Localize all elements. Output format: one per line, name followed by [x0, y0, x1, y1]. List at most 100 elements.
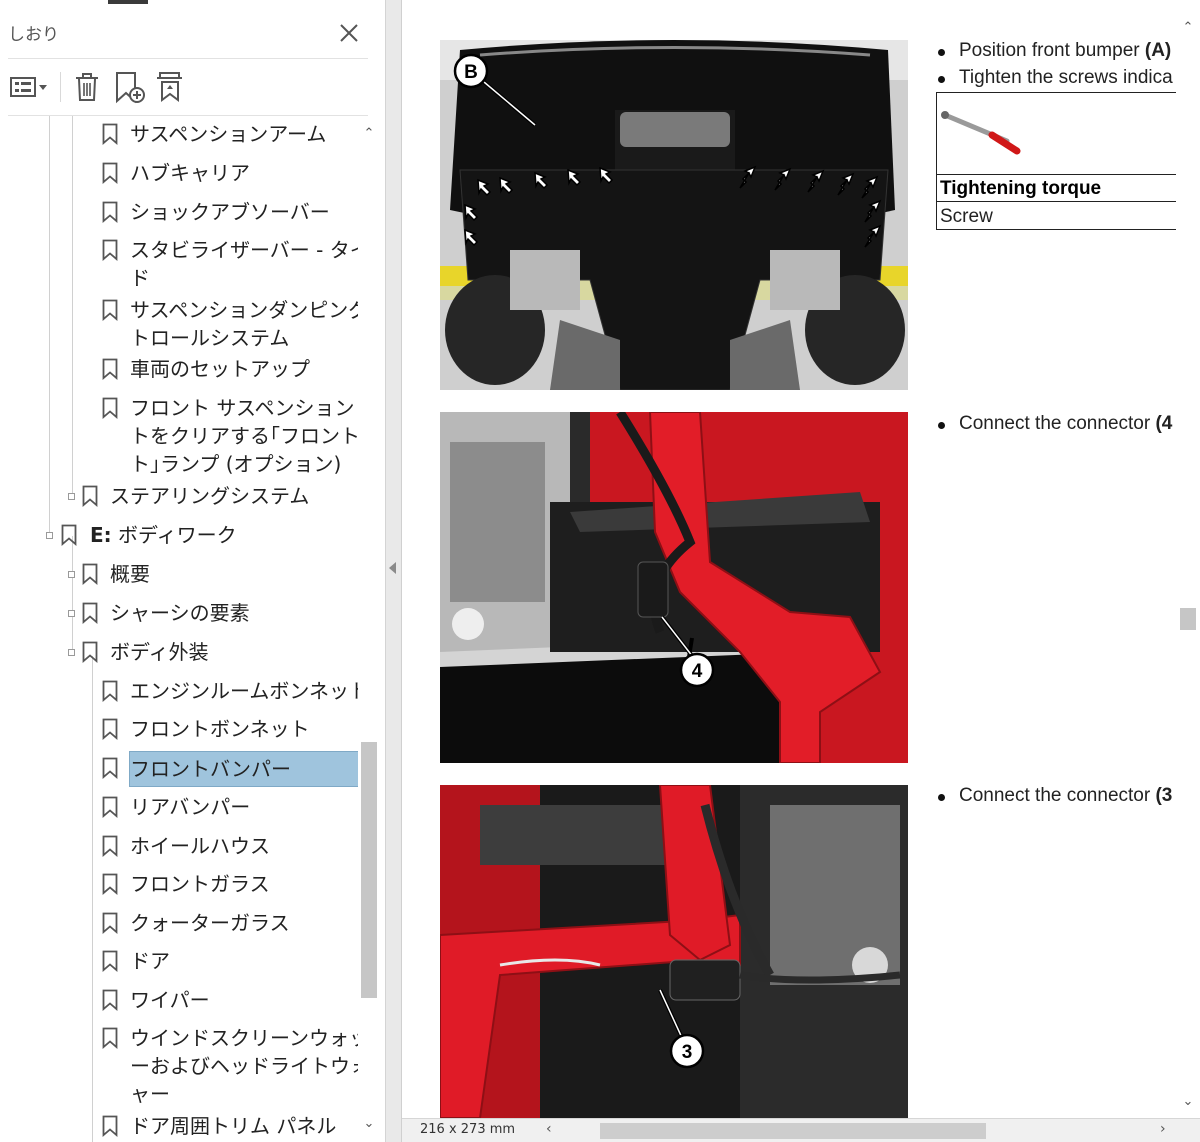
scrollbar-thumb[interactable] — [361, 742, 377, 998]
bookmarks-toolbar — [0, 64, 386, 110]
torque-table: Tightening torque Screw — [936, 92, 1176, 230]
chevron-up-icon[interactable]: ⌃ — [1180, 20, 1196, 36]
horizontal-scrollbar-thumb[interactable] — [600, 1123, 986, 1139]
collapse-pane-icon[interactable] — [389, 562, 396, 574]
bookmark-icon — [82, 641, 98, 663]
bookmark-icon — [82, 602, 98, 624]
bookmarks-pane: しおり サスペンションアーム ハブキャリア ショックアブソーバー スタビライザー… — [0, 0, 386, 1142]
torque-wrench-icon — [937, 93, 1176, 175]
photo-connector-4: 4 — [440, 412, 908, 763]
bookmark-label: リアバンパー — [130, 795, 251, 819]
bookmark-icon — [102, 796, 118, 818]
bookmark-icon — [102, 1115, 118, 1137]
instruction-bullet: Connect the connector (3 — [938, 785, 1172, 807]
document-vertical-scrollbar[interactable]: ⌃ ⌄ — [1176, 0, 1200, 1118]
bookmark-label-prefix: E: — [90, 523, 112, 547]
bookmark-icon — [102, 835, 118, 857]
bookmark-icon — [102, 757, 118, 779]
bookmark-label: フロントバンパー — [129, 751, 358, 787]
bookmark-label: 概要 — [110, 562, 150, 586]
bookmark-icon — [61, 524, 77, 546]
bookmark-icon — [102, 680, 118, 702]
new-bookmark-icon[interactable] — [112, 70, 148, 104]
pane-splitter[interactable] — [386, 0, 402, 1142]
bookmark-label-line: スタビライザーバー - タイロッ — [130, 238, 358, 262]
bookmark-icon — [102, 912, 118, 934]
divider — [8, 58, 368, 59]
bookmark-label-text: ボディワーク — [111, 523, 237, 547]
bookmark-icon — [102, 397, 118, 419]
torque-table-header: Tightening torque — [937, 175, 1176, 202]
instruction-text: Connect the connector — [959, 413, 1156, 434]
bookmark-label-line: ャー — [130, 1082, 170, 1106]
bookmark-label-line: トロールシステム — [130, 326, 290, 350]
pane-top-tab-indicator — [0, 0, 386, 6]
chevron-down-icon[interactable]: ⌄ — [361, 1116, 377, 1132]
bookmark-label: ショックアブソーバー — [130, 200, 330, 224]
close-icon[interactable] — [334, 18, 364, 48]
toolbar-separator — [60, 72, 61, 102]
expand-toggle-icon[interactable] — [68, 610, 75, 617]
bookmark-icon — [102, 718, 118, 740]
status-bar: 216 x 273 mm ‹ › — [402, 1118, 1200, 1142]
photo-front-bumper-underside: B — [440, 40, 908, 390]
bookmark-label: ハブキャリア — [130, 161, 250, 185]
bookmark-icon — [102, 873, 118, 895]
bookmark-icon — [102, 950, 118, 972]
instruction-bullet: Position front bumper (A) — [938, 40, 1171, 62]
bookmark-label-line: ト｣ランプ (オプション) — [130, 452, 342, 476]
bookmark-icon — [102, 123, 118, 145]
bookmark-label-line: トをクリアする｢フロント リフ — [130, 424, 358, 448]
bookmark-label: クォーターガラス — [130, 911, 290, 935]
tree-guide-line — [92, 656, 93, 1142]
bookmark-label-line: ウインドスクリーンウォッシャ — [130, 1026, 358, 1050]
bookmark-label: サスペンションアーム — [130, 122, 327, 146]
chevron-up-icon[interactable]: ⌃ — [361, 126, 377, 142]
expand-toggle-icon[interactable] — [68, 649, 75, 656]
callout-3: 3 — [682, 1042, 693, 1063]
bookmark-label: 車両のセットアップ — [130, 357, 310, 381]
chevron-left-icon[interactable]: ‹ — [546, 1121, 552, 1137]
bookmark-label: E: ボディワーク — [90, 521, 237, 549]
bookmark-icon — [102, 299, 118, 321]
bookmark-label: ドア周囲トリム パネル — [130, 1114, 337, 1138]
bookmark-icon — [102, 358, 118, 380]
instruction-text: Connect the connector — [959, 785, 1156, 806]
instruction-ref: (3 — [1155, 785, 1173, 806]
bookmark-label: ワイパー — [130, 988, 210, 1012]
bookmark-icon — [82, 563, 98, 585]
instruction-bullet: Tighten the screws indica — [938, 67, 1173, 89]
callout-b: B — [464, 62, 478, 83]
tree-guide-line — [72, 536, 73, 656]
tree-guide-line — [72, 116, 73, 496]
scrollbar-thumb[interactable] — [1180, 608, 1196, 630]
delete-icon[interactable] — [72, 70, 102, 104]
bookmark-tree-scrollbar[interactable]: ⌃ ⌄ — [358, 116, 380, 1142]
bookmark-label-line: ーおよびヘッドライトウォッシ — [130, 1054, 358, 1078]
bookmark-icon — [102, 201, 118, 223]
page-size-label: 216 x 273 mm — [420, 1122, 516, 1137]
bookmark-label: ステアリングシステム — [110, 484, 310, 508]
callout-4: 4 — [692, 661, 703, 682]
expand-toggle-icon[interactable] — [68, 493, 75, 500]
bookmark-icon — [102, 239, 118, 261]
bookmark-icon — [102, 989, 118, 1011]
bookmark-label-line: ド — [130, 266, 150, 290]
document-view: B Position front bumper (A) Tighten the … — [402, 0, 1176, 1118]
bookmark-label: フロントガラス — [130, 872, 270, 896]
options-menu-icon[interactable] — [8, 70, 50, 104]
chevron-down-icon[interactable]: ⌄ — [1180, 1094, 1196, 1110]
bookmark-label: ボディ外装 — [110, 640, 209, 664]
instruction-ref: (A) — [1144, 40, 1172, 61]
torque-table-cell: Screw — [940, 206, 993, 227]
expand-toggle-icon[interactable] — [68, 571, 75, 578]
bookmark-label: ドア — [130, 949, 170, 973]
expand-toggle-icon[interactable] — [46, 532, 53, 539]
bookmark-icon — [102, 1027, 118, 1049]
instruction-bullet: Connect the connector (4 — [938, 413, 1172, 435]
bookmark-label-line: フロント サスペンション リフ — [130, 396, 358, 420]
tree-guide-line — [49, 116, 50, 536]
bookmark-search-icon[interactable] — [154, 70, 190, 104]
chevron-right-icon[interactable]: › — [1160, 1121, 1166, 1137]
pane-title: しおり — [8, 25, 59, 45]
